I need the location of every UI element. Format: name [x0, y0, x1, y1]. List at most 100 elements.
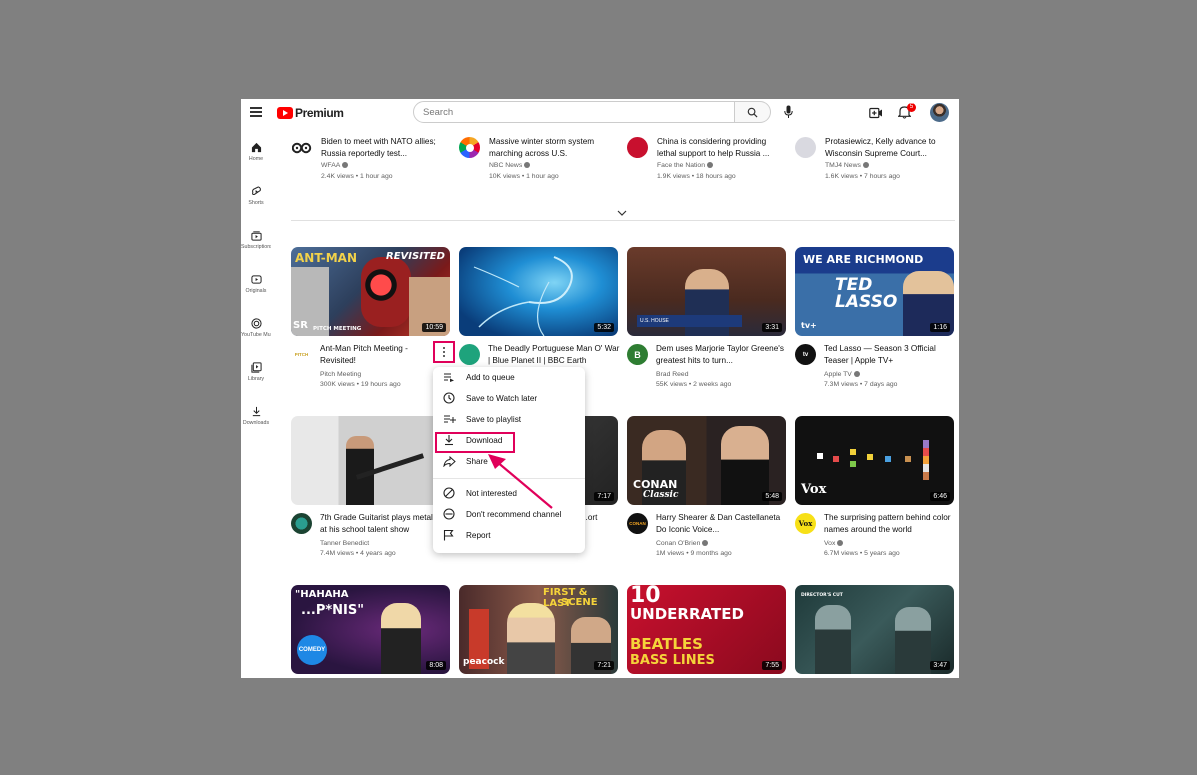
news-channel[interactable]: NBC News: [489, 162, 531, 169]
verified-icon: [862, 162, 869, 168]
lower-third-banner: U.S. HOUSE: [637, 315, 742, 327]
thumbnail-text: BEATLES: [630, 635, 703, 653]
news-title[interactable]: Biden to meet with NATO allies; Russia r…: [321, 136, 447, 159]
thumbnail-text: BASS LINES: [630, 653, 715, 668]
thumbnail-text: UNDERRATED: [630, 605, 744, 623]
video-thumbnail[interactable]: FIRST & LAST SCENE peacock 7:21: [459, 585, 618, 674]
channel-avatar[interactable]: [459, 344, 480, 365]
thumbnail-figure: [507, 603, 555, 674]
news-title[interactable]: Protasiewicz, Kelly advance to Wisconsin…: [825, 136, 951, 159]
sidebar-item-subscriptions[interactable]: Subscriptions: [241, 230, 271, 250]
channel-name: TMJ4 News: [825, 162, 861, 169]
video-thumbnail[interactable]: CONAN Classic 5:48: [627, 416, 786, 505]
menu-item-label: Share: [466, 456, 488, 466]
news-meta: 2.4K views • 1 hour ago: [321, 173, 393, 180]
channel-name[interactable]: Tanner Benedict: [320, 540, 369, 547]
sidebar-item-shorts[interactable]: Shorts: [241, 186, 271, 206]
thumbnail-text: tv+: [801, 321, 817, 330]
menu-item-add-to-queue[interactable]: Add to queue: [433, 367, 585, 387]
news-item[interactable]: Biden to meet with NATO allies; Russia r…: [291, 135, 451, 181]
video-meta: 7.4M views • 4 years ago: [320, 550, 396, 557]
sidebar-item-downloads[interactable]: Downloads: [241, 406, 271, 426]
video-thumbnail[interactable]: Vox 6:46: [795, 416, 954, 505]
channel-name[interactable]: Conan O'Brien: [656, 540, 709, 547]
color-swatch-column: [923, 440, 929, 480]
thumbnail-text: "HAHAHA: [295, 589, 349, 600]
video-title[interactable]: Ant-Man Pitch Meeting - Revisited!: [320, 343, 420, 366]
news-title[interactable]: China is considering providing lethal su…: [657, 136, 783, 159]
sidebar-item-originals[interactable]: Originals: [241, 274, 271, 294]
video-duration: 10:59: [422, 323, 446, 332]
thumbnail-text: PITCH MEETING: [313, 326, 362, 332]
news-channel[interactable]: Face the Nation: [657, 162, 713, 169]
video-thumbnail[interactable]: ANT-MAN REVISITED SR PITCH MEETING 10:59: [291, 247, 450, 336]
channel-logo: [291, 137, 312, 158]
create-button[interactable]: [869, 106, 883, 124]
channel-name[interactable]: Brad Reed: [656, 371, 689, 378]
video-title[interactable]: The Deadly Portuguese Man O' War | Blue …: [488, 343, 620, 365]
news-channel[interactable]: TMJ4 News: [825, 162, 869, 169]
user-avatar[interactable]: [930, 103, 949, 122]
channel-avatar[interactable]: CONAN: [627, 513, 648, 534]
thumbnail-text: WE ARE RICHMOND: [803, 253, 924, 266]
channel-name: Face the Nation: [657, 162, 705, 169]
verified-icon: [342, 162, 349, 168]
sidebar-item-library[interactable]: Library: [241, 362, 271, 382]
channel-name[interactable]: Vox: [824, 540, 844, 547]
thumbnail-figure: [361, 257, 411, 327]
music-icon: [250, 318, 262, 329]
video-thumbnail[interactable]: [291, 416, 450, 505]
channel-name[interactable]: Pitch Meeting: [320, 371, 361, 378]
more-actions-button[interactable]: [433, 341, 455, 363]
news-meta: 1.6K views • 7 hours ago: [825, 173, 900, 180]
menu-item-report[interactable]: Report: [433, 525, 585, 545]
thumbnail-figure: [815, 605, 851, 674]
news-item[interactable]: Protasiewicz, Kelly advance to Wisconsin…: [795, 135, 955, 181]
verified-icon: [702, 540, 709, 546]
color-swatch: [885, 456, 891, 462]
channel-avatar[interactable]: B: [627, 344, 648, 365]
video-thumbnail[interactable]: "HAHAHA ...P*NIS" COMEDY 8:08: [291, 585, 450, 674]
youtube-premium-logo[interactable]: Premium: [277, 106, 344, 120]
originals-icon: [250, 275, 262, 284]
channel-name: WFAA: [321, 162, 341, 169]
channel-name[interactable]: Apple TV: [824, 371, 860, 378]
video-title[interactable]: 7th Grade Guitarist plays metal at his s…: [320, 512, 440, 535]
video-duration: 5:48: [762, 492, 782, 501]
channel-avatar[interactable]: Vox: [795, 513, 816, 534]
video-thumbnail[interactable]: WE ARE RICHMOND TED LASSO tv+ 1:16: [795, 247, 954, 336]
sidebar-item-label: Home: [248, 156, 264, 162]
video-title[interactable]: ...ort: [581, 512, 621, 524]
sidebar-item-home[interactable]: Home: [241, 142, 271, 162]
voice-search-button[interactable]: [781, 105, 795, 120]
video-title[interactable]: Ted Lasso — Season 3 Official Teaser | A…: [824, 343, 956, 366]
news-item[interactable]: China is considering providing lethal su…: [627, 135, 787, 181]
channel-avatar[interactable]: tv: [795, 344, 816, 365]
channel-avatar[interactable]: PITCH: [291, 344, 312, 365]
news-channel[interactable]: WFAA: [321, 162, 349, 169]
search-input[interactable]: [414, 102, 734, 123]
thumbnail-text: peacock: [463, 657, 505, 667]
kebab-dot: [443, 347, 445, 349]
sidebar-item-youtube-music[interactable]: YouTube Mu...: [241, 318, 271, 338]
video-title[interactable]: The surprising pattern behind color name…: [824, 512, 956, 535]
menu-item-save-to-watch-later[interactable]: Save to Watch later: [433, 388, 585, 408]
video-thumbnail[interactable]: DIRECTOR'S CUT 3:47: [795, 585, 954, 674]
search-icon: [747, 107, 758, 118]
video-duration: 7:21: [594, 661, 614, 670]
video-thumbnail[interactable]: 5:32: [459, 247, 618, 336]
flag-icon: [443, 529, 454, 541]
news-title[interactable]: Massive winter storm system marching acr…: [489, 136, 615, 159]
news-item[interactable]: Massive winter storm system marching acr…: [459, 135, 619, 181]
menu-item-save-to-playlist[interactable]: Save to playlist: [433, 409, 585, 429]
show-more-button[interactable]: [617, 203, 627, 221]
video-title[interactable]: Harry Shearer & Dan Castellaneta Do Icon…: [656, 512, 788, 535]
thumbnail-text: Classic: [643, 490, 679, 500]
video-thumbnail[interactable]: 10 UNDERRATED BEATLES BASS LINES 7:55: [627, 585, 786, 674]
hamburger-menu-icon[interactable]: [250, 107, 262, 117]
video-thumbnail[interactable]: U.S. HOUSE 3:31: [627, 247, 786, 336]
video-title[interactable]: Dem uses Marjorie Taylor Greene's greate…: [656, 343, 788, 366]
sidebar-item-label: Originals: [245, 288, 267, 294]
search-button[interactable]: [735, 101, 771, 123]
channel-avatar[interactable]: [291, 513, 312, 534]
